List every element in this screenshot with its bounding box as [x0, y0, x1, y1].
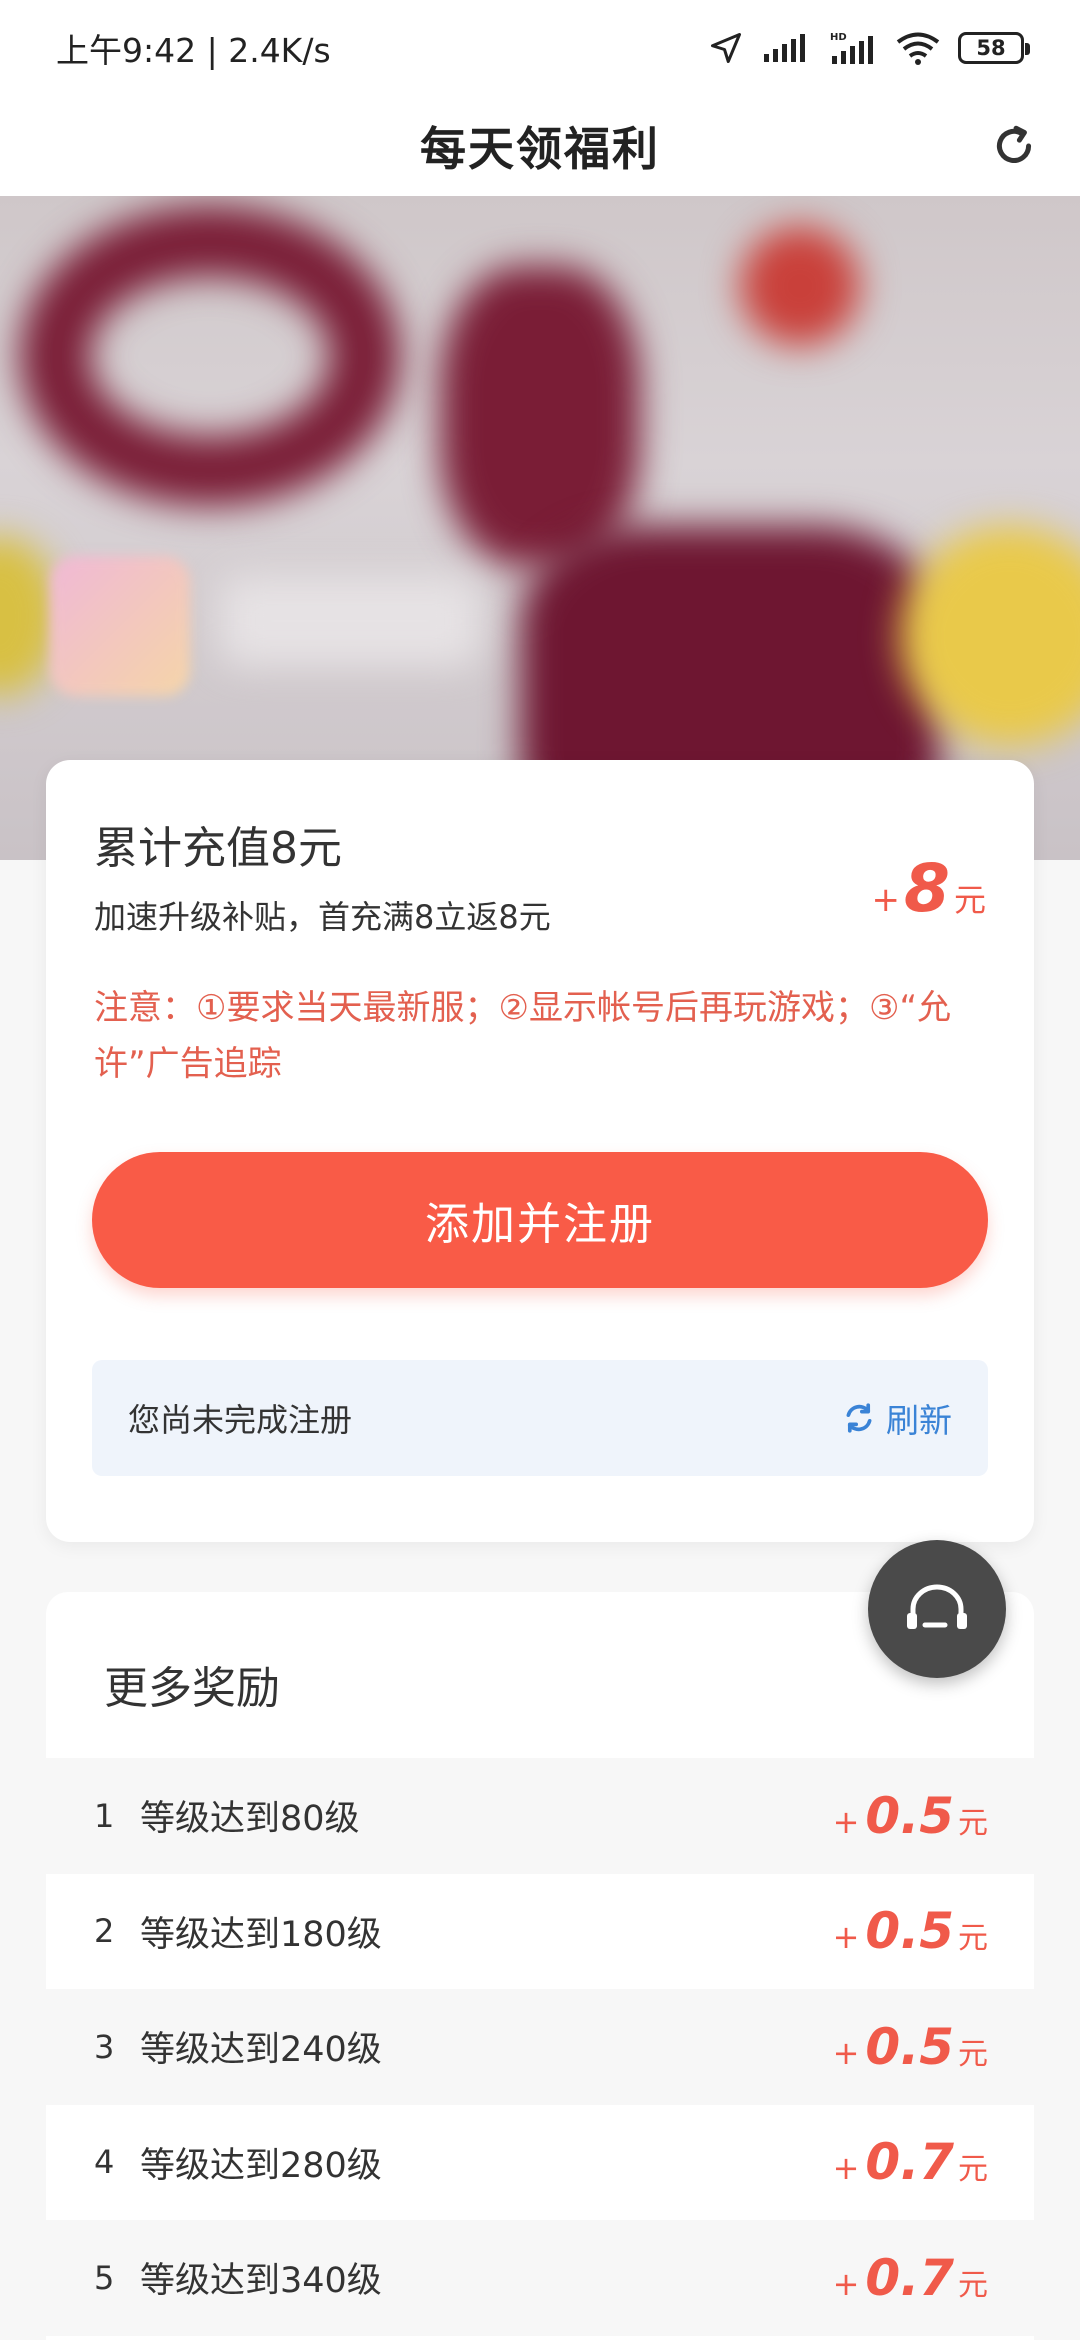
- customer-service-button[interactable]: [868, 1540, 1006, 1678]
- reward-value: + 0.7 元: [833, 2249, 988, 2307]
- game-logo: [50, 556, 190, 696]
- reward-value: + 0.5 元: [833, 1902, 988, 1960]
- reward-index: 1: [94, 1796, 115, 1835]
- battery-icon: 58: [958, 32, 1030, 64]
- reward-unit: 元: [958, 2036, 988, 2072]
- svg-text:HD: HD: [830, 32, 847, 43]
- reward-index: 3: [94, 2027, 115, 2066]
- refresh-small-icon: [846, 1403, 872, 1433]
- page-title: 每天领福利: [420, 122, 660, 176]
- reward-unit: 元: [958, 2267, 988, 2303]
- notice-text: 注意：①要求当天最新服；②显示帐号后再玩游戏；③“允许”广告追踪: [94, 988, 952, 1084]
- reward-row: 1 等级达到80级 + 0.5 元: [46, 1758, 1034, 1874]
- registration-status: 您尚未完成注册 刷新: [92, 1360, 988, 1476]
- reward-plus: +: [832, 2033, 860, 2072]
- register-button[interactable]: 添加并注册: [92, 1152, 988, 1288]
- more-rewards-section: 更多奖励 1 等级达到80级 + 0.5 元 2 等级达到180级 + 0.5 …: [46, 1592, 1034, 2340]
- reward-row: 5 等级达到340级 + 0.7 元: [46, 2220, 1034, 2336]
- refresh-icon: [996, 125, 1032, 163]
- header-refresh-button[interactable]: [984, 116, 1044, 176]
- reward-plus: +: [832, 1918, 860, 1957]
- reward-amount: 0.5: [865, 1786, 954, 1845]
- reward-index: 2: [94, 1912, 115, 1951]
- battery-level: 58: [976, 36, 1006, 60]
- reward-desc: 等级达到280级: [140, 2145, 382, 2186]
- reward-plus: +: [871, 880, 901, 920]
- reward-unit: 元: [958, 1921, 988, 1957]
- registration-status-text: 您尚未完成注册: [128, 1401, 353, 1439]
- reward-unit: 元: [953, 881, 986, 919]
- reward-desc: 等级达到180级: [140, 1914, 382, 1955]
- headset-icon: [907, 1584, 967, 1629]
- reward-index: 4: [94, 2143, 115, 2182]
- reward-index: 5: [94, 2258, 115, 2297]
- reward-row: 2 等级达到180级 + 0.5 元: [46, 1873, 1034, 1989]
- reward-plus: +: [832, 1802, 860, 1841]
- status-icons: HD 58: [708, 30, 1030, 66]
- reward-desc: 等级达到80级: [140, 1799, 360, 1840]
- reward-unit: 元: [958, 2152, 988, 2188]
- app-header: 每天领福利: [0, 96, 1080, 196]
- reward-list: 1 等级达到80级 + 0.5 元 2 等级达到180级 + 0.5 元 3 等…: [46, 1758, 1034, 2336]
- reward-plus: +: [832, 2264, 860, 2303]
- reward-amount: 0.5: [865, 2017, 954, 2076]
- task-card: 累计充值8元 加速升级补贴，首充满8立返8元 + 8 元 注意：①要求当天最新服…: [46, 760, 1034, 1542]
- task-title: 累计充值8元: [94, 823, 342, 874]
- reward-row: 4 等级达到280级 + 0.7 元: [46, 2104, 1034, 2220]
- reward-amount: 8: [904, 850, 950, 927]
- reward-desc: 等级达到240级: [140, 2030, 382, 2071]
- location-arrow-icon: [711, 33, 741, 63]
- reward-amount: 0.7: [865, 2133, 954, 2192]
- reward-plus: +: [832, 2149, 860, 2188]
- reward-row: 3 等级达到240级 + 0.5 元: [46, 1989, 1034, 2105]
- signal-icon: [764, 34, 805, 62]
- task-subtitle: 加速升级补贴，首充满8立返8元: [94, 898, 551, 936]
- reward-unit: 元: [958, 1805, 988, 1841]
- reward-value: + 0.7 元: [833, 2133, 988, 2191]
- refresh-label: 刷新: [886, 1401, 952, 1440]
- reward-amount: 0.7: [865, 2248, 954, 2307]
- more-rewards-title: 更多奖励: [104, 1663, 280, 1714]
- reward-desc: 等级达到340级: [140, 2261, 382, 2302]
- reward-amount: 0.5: [865, 1902, 954, 1961]
- status-bar: 上午9:42 | 2.4K/s HD 58: [0, 0, 1080, 96]
- wifi-icon: [896, 32, 940, 65]
- hd-signal-icon: HD: [830, 32, 873, 64]
- status-time: 上午9:42 | 2.4K/s: [56, 31, 331, 70]
- task-reward: + 8 元: [872, 850, 986, 927]
- status-refresh-button[interactable]: 刷新: [842, 1394, 952, 1442]
- reward-value: + 0.5 元: [833, 2018, 988, 2076]
- reward-value: + 0.5 元: [833, 1787, 988, 1845]
